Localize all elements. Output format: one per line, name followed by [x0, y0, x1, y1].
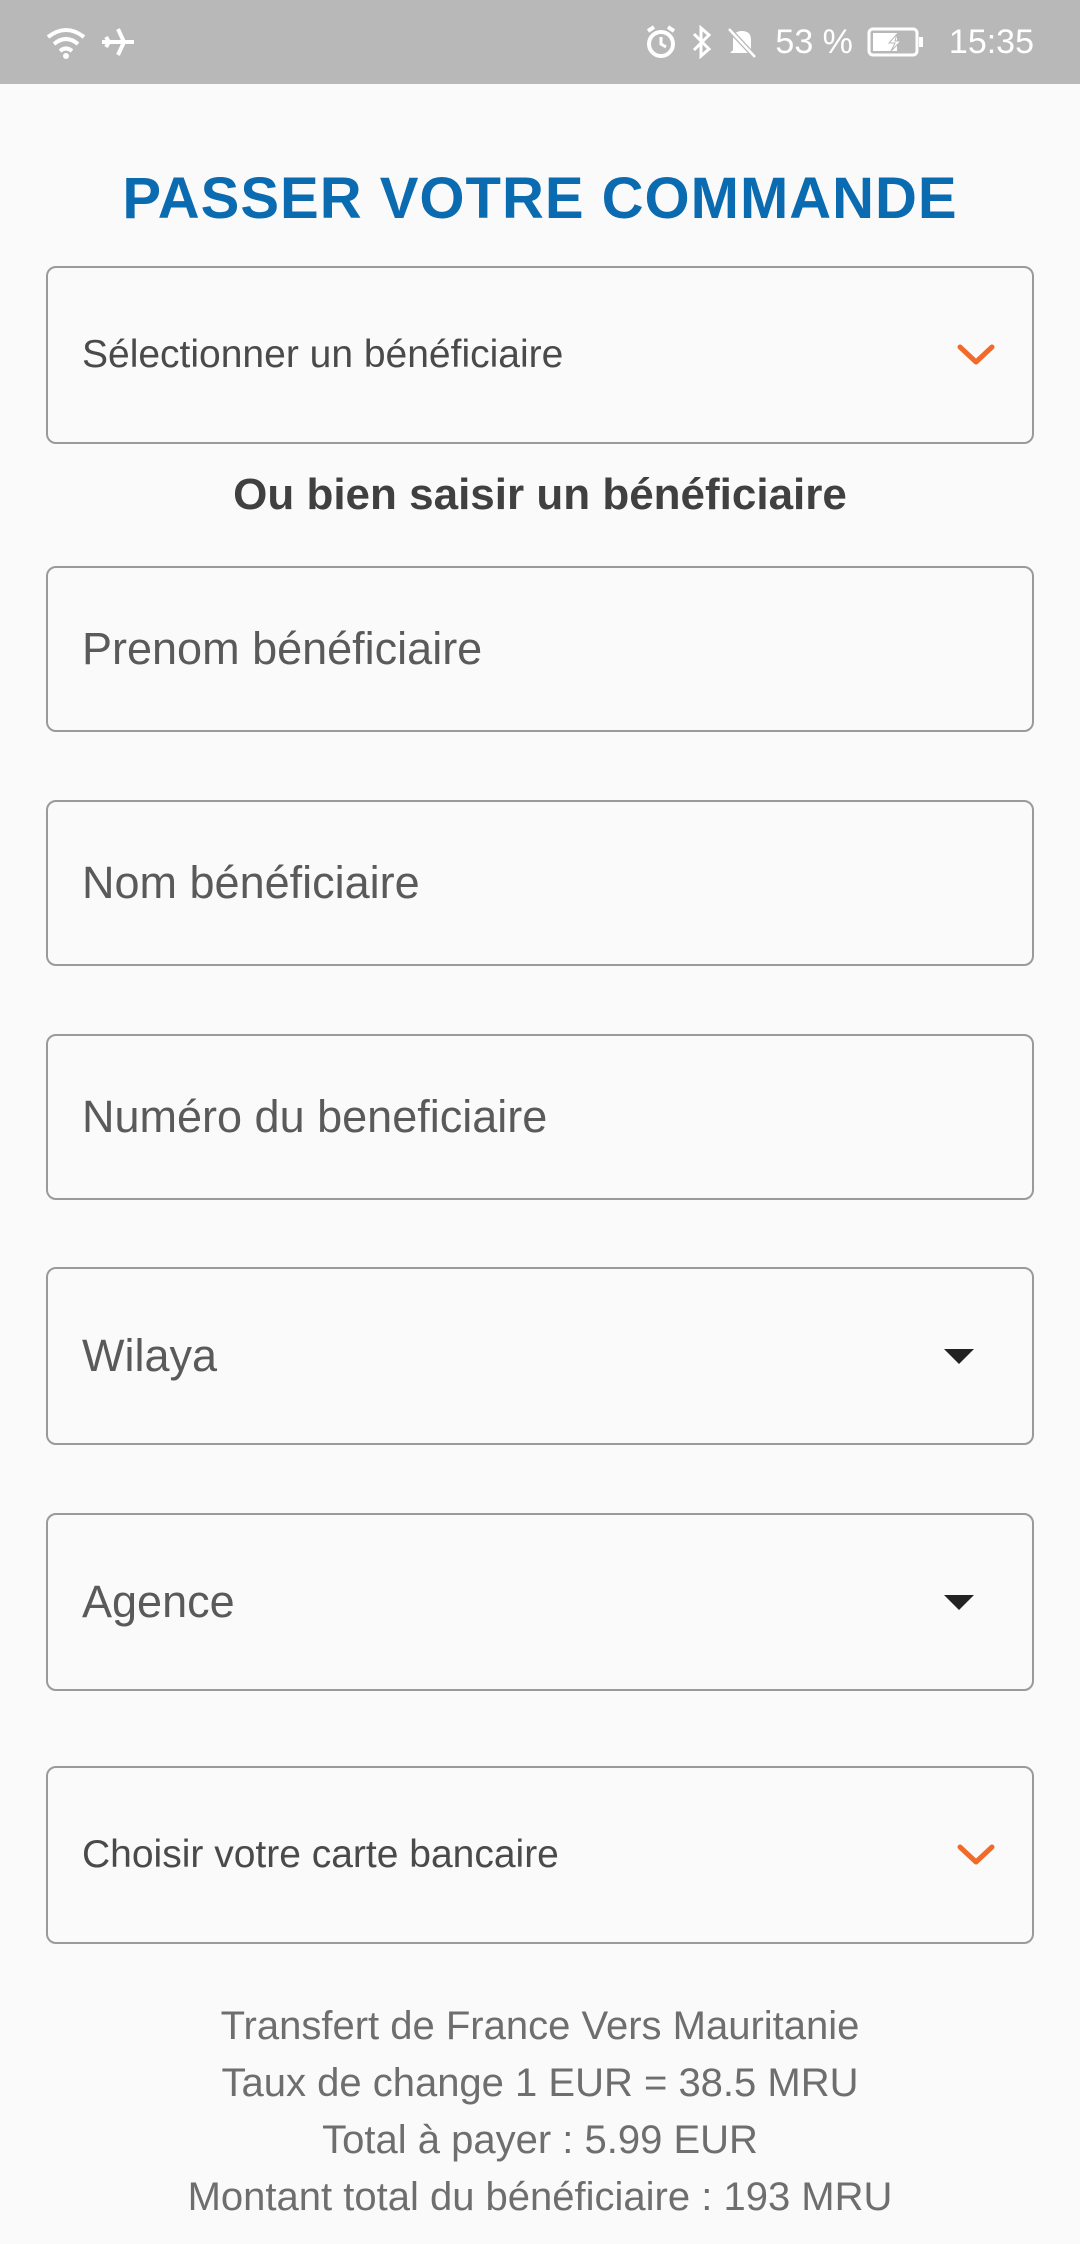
total-to-pay: Total à payer : 5.99 EUR [322, 2118, 758, 2162]
caret-down-icon [944, 1594, 974, 1610]
nom-field[interactable]: Nom bénéficiaire [46, 800, 1034, 966]
bank-card-select-label: Choisir votre carte bancaire [82, 1833, 559, 1876]
page-title: PASSER VOTRE COMMANDE [122, 166, 958, 231]
clock: 15:35 [948, 22, 1034, 61]
bluetooth-icon [691, 25, 713, 59]
nom-field-placeholder: Nom bénéficiaire [82, 857, 420, 908]
wifi-icon [46, 25, 86, 59]
alarm-icon [645, 25, 677, 59]
beneficiary-total: Montant total du bénéficiaire : 193 MRU [187, 2175, 893, 2219]
transfer-direction: Transfert de France Vers Mauritanie [220, 2004, 860, 2048]
wilaya-select-label: Wilaya [82, 1330, 218, 1381]
wilaya-select[interactable]: Wilaya [46, 1267, 1034, 1445]
bank-card-select[interactable]: Choisir votre carte bancaire [46, 1766, 1034, 1944]
numero-field-placeholder: Numéro du beneficiaire [82, 1091, 548, 1142]
airplane-icon [100, 25, 136, 59]
bell-off-icon [727, 25, 758, 59]
battery-percent: 53 % [775, 22, 853, 61]
chevron-down-icon [956, 343, 996, 367]
battery-charging-icon [867, 26, 925, 58]
status-right: 53 % 15:35 [645, 23, 1034, 62]
exchange-rate: Taux de change 1 EUR = 38.5 MRU [221, 2061, 859, 2105]
status-left [46, 25, 136, 59]
transfer-summary: Transfert de France Vers Mauritanie Taux… [0, 1998, 1080, 2226]
beneficiary-select-label: Sélectionner un bénéficiaire [82, 333, 564, 376]
beneficiary-select[interactable]: Sélectionner un bénéficiaire [46, 266, 1034, 444]
prenom-field[interactable]: Prenom bénéficiaire [46, 566, 1034, 732]
caret-down-icon [944, 1348, 974, 1364]
prenom-field-placeholder: Prenom bénéficiaire [82, 623, 483, 674]
agence-select-label: Agence [82, 1576, 235, 1627]
status-bar: 53 % 15:35 [0, 0, 1080, 84]
alt-entry-heading: Ou bien saisir un bénéficiaire [233, 470, 847, 519]
chevron-down-icon [956, 1843, 996, 1867]
numero-field[interactable]: Numéro du beneficiaire [46, 1034, 1034, 1200]
agence-select[interactable]: Agence [46, 1513, 1034, 1691]
